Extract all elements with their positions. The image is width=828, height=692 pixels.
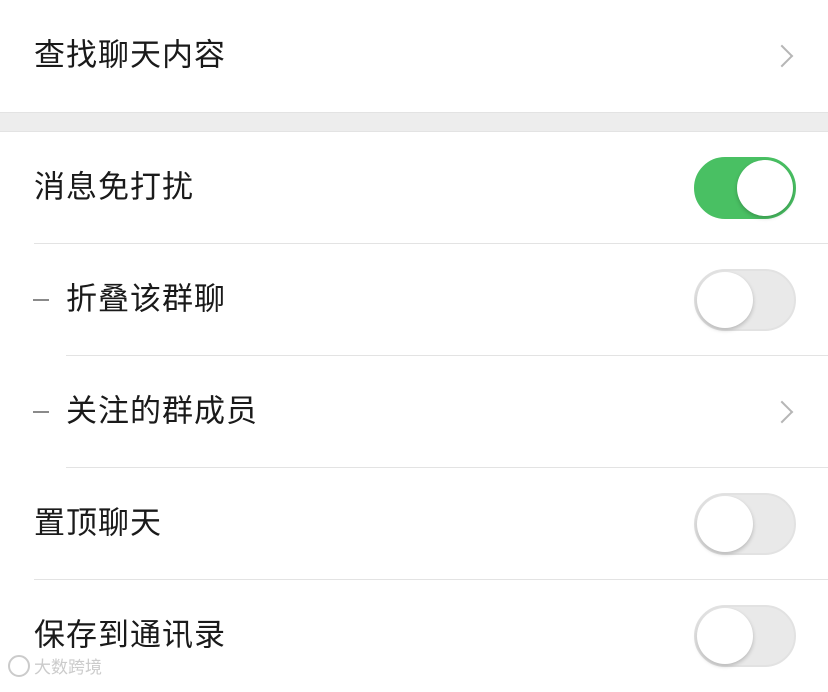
search-chat-content-row[interactable]: 查找聊天内容 bbox=[0, 0, 828, 112]
save-to-contacts-row: 保存到通讯录 bbox=[0, 580, 828, 692]
pin-chat-row: 置顶聊天 bbox=[0, 468, 828, 580]
chevron-right-icon bbox=[770, 44, 794, 68]
watermark-text: 大数跨境 bbox=[34, 658, 102, 678]
fold-group-chat-row: 折叠该群聊 bbox=[0, 244, 828, 356]
pin-chat-toggle[interactable] bbox=[694, 493, 796, 555]
save-to-contacts-label: 保存到通讯录 bbox=[34, 617, 226, 654]
followed-members-row[interactable]: 关注的群成员 bbox=[0, 356, 828, 468]
chevron-right-icon bbox=[770, 400, 794, 424]
watermark-logo-icon bbox=[8, 654, 30, 677]
fold-group-chat-toggle[interactable] bbox=[694, 269, 796, 331]
save-to-contacts-toggle[interactable] bbox=[694, 605, 796, 667]
section-gap bbox=[0, 112, 828, 132]
followed-members-label: 关注的群成员 bbox=[66, 393, 258, 430]
mute-notifications-label: 消息免打扰 bbox=[34, 169, 194, 206]
search-chat-content-label: 查找聊天内容 bbox=[34, 37, 226, 74]
mute-notifications-row: 消息免打扰 bbox=[0, 132, 828, 244]
mute-notifications-toggle[interactable] bbox=[694, 157, 796, 219]
watermark: 大数跨境 bbox=[8, 653, 102, 678]
toggle-knob bbox=[697, 608, 753, 664]
toggle-knob bbox=[697, 496, 753, 552]
dash-icon bbox=[33, 411, 49, 413]
pin-chat-label: 置顶聊天 bbox=[34, 505, 162, 542]
settings-group: 消息免打扰 折叠该群聊 关注的群成员 置顶聊天 保存到通讯录 bbox=[0, 132, 828, 692]
toggle-knob bbox=[737, 160, 793, 216]
fold-group-chat-label: 折叠该群聊 bbox=[66, 281, 226, 318]
toggle-knob bbox=[697, 272, 753, 328]
search-group: 查找聊天内容 bbox=[0, 0, 828, 112]
dash-icon bbox=[33, 299, 49, 301]
